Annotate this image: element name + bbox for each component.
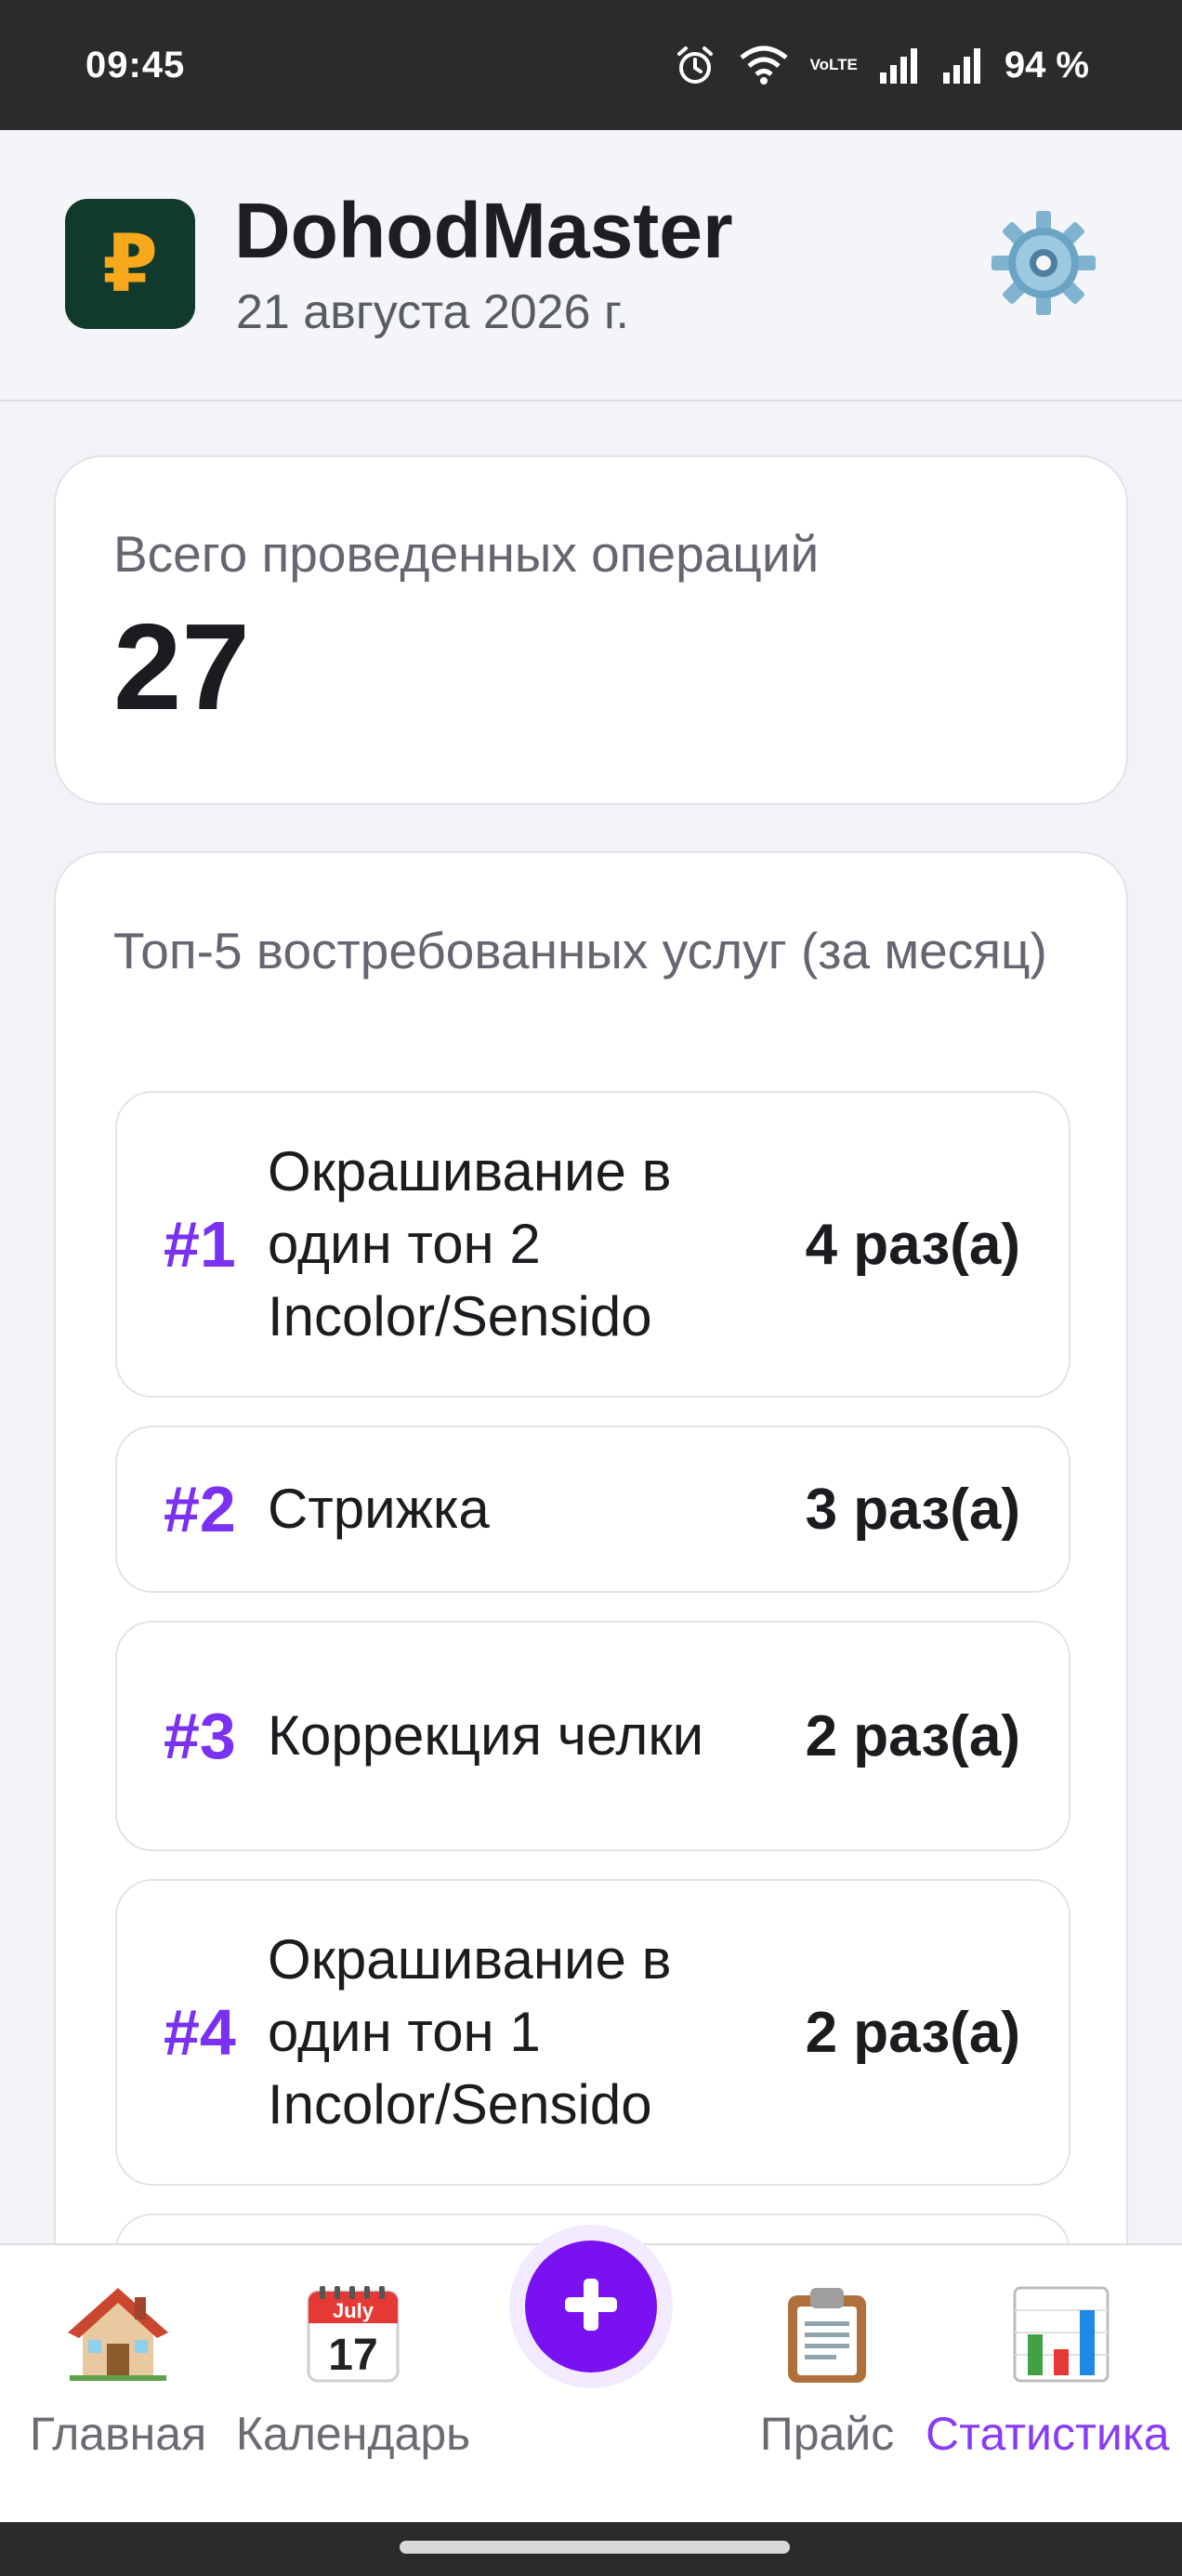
service-name: Окрашивание в один тон 1 Incolor/Sensido xyxy=(268,1928,672,2136)
service-item: #2 Стрижка 3 раз(а) xyxy=(115,1426,1070,1593)
nav-price[interactable]: Прайс xyxy=(743,2282,911,2461)
app-logo: ₽ xyxy=(65,199,195,329)
service-count: 3 раз(а) xyxy=(805,1477,1020,1542)
gesture-bar xyxy=(0,2522,1182,2576)
clipboard-icon xyxy=(775,2282,879,2386)
house-icon xyxy=(66,2282,170,2386)
total-operations-value: 27 xyxy=(113,598,250,735)
total-operations-card: Всего проведенных операций 27 xyxy=(54,455,1128,805)
settings-button[interactable] xyxy=(985,206,1102,323)
status-bar: 09:45 Vo LTE 94 % xyxy=(0,0,1182,130)
home-gesture-handle[interactable] xyxy=(400,2541,790,2554)
ruble-logo-symbol: ₽ xyxy=(102,219,158,309)
service-rank: #3 xyxy=(164,1700,236,1772)
screen: 09:45 Vo LTE 94 % ₽ DohodMaster 21 авгус… xyxy=(0,0,1182,2576)
service-count: 4 раз(а) xyxy=(805,1212,1020,1277)
bar-chart-icon xyxy=(1009,2282,1113,2386)
calendar-icon: July 17 xyxy=(301,2282,405,2386)
signal-icon xyxy=(878,46,921,84)
volte-icon: Vo LTE xyxy=(810,57,858,73)
service-rank: #2 xyxy=(164,1473,236,1545)
service-item: #4 Окрашивание в один тон 1 Incolor/Sens… xyxy=(115,1879,1070,2186)
nav-stats[interactable]: Статистика xyxy=(926,2282,1182,2461)
add-button-ring xyxy=(509,2225,673,2388)
nav-home-label: Главная xyxy=(29,2408,207,2460)
service-name: Стрижка xyxy=(268,1478,490,1540)
service-rank: #4 xyxy=(164,1996,236,2069)
volte-label-bottom: LTE xyxy=(828,56,858,73)
wifi-icon xyxy=(738,45,790,85)
status-time: 09:45 xyxy=(85,44,186,85)
add-button[interactable] xyxy=(525,2241,657,2372)
service-rank: #1 xyxy=(164,1208,236,1281)
alarm-icon xyxy=(673,43,717,87)
nav-price-label: Прайс xyxy=(759,2408,895,2460)
gear-icon xyxy=(988,207,1099,323)
nav-stats-label: Статистика xyxy=(926,2408,1170,2460)
service-item: #1 Окрашивание в один тон 2 Incolor/Sens… xyxy=(115,1091,1070,1398)
service-count: 2 раз(а) xyxy=(805,2000,1020,2065)
service-name: Окрашивание в один тон 2 Incolor/Sensido xyxy=(268,1140,672,1347)
service-name: Коррекция челки xyxy=(268,1704,704,1767)
calendar-icon-day: 17 xyxy=(328,2331,377,2380)
total-operations-label: Всего проведенных операций xyxy=(113,525,820,583)
volte-label-top: Vo xyxy=(809,56,829,73)
nav-calendar-label: Календарь xyxy=(235,2408,471,2460)
signal-icon-2 xyxy=(941,46,984,84)
calendar-icon-month: July xyxy=(333,2299,374,2322)
status-icons: Vo LTE 94 % xyxy=(673,43,1089,87)
app-title: DohodMaster xyxy=(234,187,733,274)
service-count: 2 раз(а) xyxy=(805,1703,1020,1768)
nav-home[interactable]: Главная xyxy=(20,2282,216,2461)
service-item: #3 Коррекция челки 2 раз(а) xyxy=(115,1621,1070,1851)
app-header: ₽ DohodMaster 21 августа 2026 г. xyxy=(0,130,1182,401)
bottom-nav: Главная July 17 Календарь Прайс Статисти… xyxy=(0,2225,1182,2522)
top-services-title: Топ-5 востребованных услуг (за месяц) xyxy=(113,922,1047,979)
plus-icon xyxy=(561,2275,621,2339)
battery-level: 94 % xyxy=(1004,44,1089,85)
nav-calendar[interactable]: July 17 Календарь xyxy=(225,2282,481,2461)
current-date: 21 августа 2026 г. xyxy=(236,285,630,339)
